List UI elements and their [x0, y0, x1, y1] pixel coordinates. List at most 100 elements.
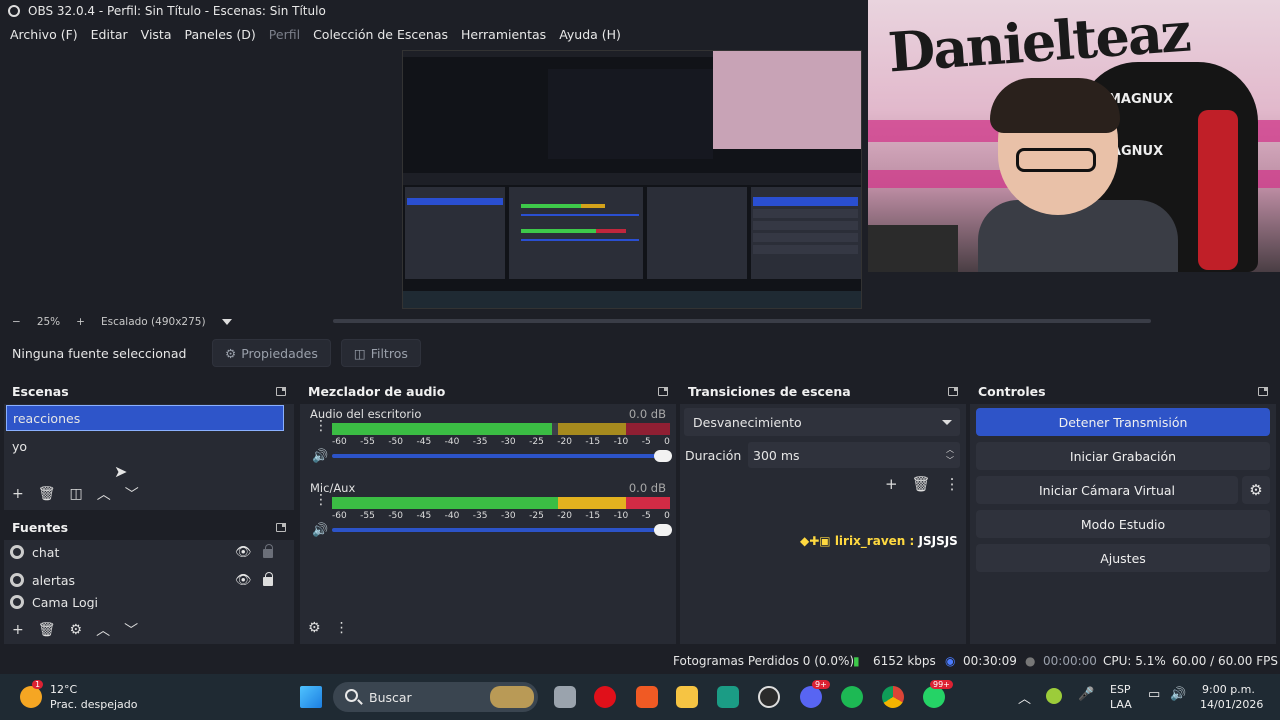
discord-icon[interactable] [800, 686, 822, 708]
transition-selected: Desvanecimiento [693, 414, 802, 430]
meter-scale-tick: -5 [641, 511, 651, 521]
properties-button[interactable]: ⚙ Propiedades [212, 339, 331, 367]
filters-button[interactable]: ◫ Filtros [340, 339, 421, 367]
remove-source-icon[interactable]: 🗑 [38, 622, 56, 638]
scaling-dropdown-icon[interactable] [221, 319, 232, 325]
meter-green-zone [332, 497, 559, 509]
menu-ayuda[interactable]: Ayuda (H) [559, 27, 621, 42]
meter-scale-tick: -50 [388, 437, 404, 447]
undock-icon[interactable] [948, 386, 958, 396]
virtual-camera-settings-button[interactable]: ⚙ [1242, 476, 1270, 504]
weather-description: Prac. despejado [50, 698, 138, 711]
volume-slider-knob[interactable] [654, 450, 672, 462]
brave-icon[interactable] [636, 686, 658, 708]
add-source-icon[interactable]: + [12, 622, 24, 638]
transition-select[interactable]: Desvanecimiento [684, 408, 960, 436]
scene-filters-icon[interactable]: ◫ [70, 486, 83, 502]
clock-time[interactable]: 9:00 p.m. [1202, 683, 1255, 696]
meter-scale-tick: -15 [585, 511, 601, 521]
studio-mode-button[interactable]: Modo Estudio [976, 510, 1270, 538]
undock-icon[interactable] [658, 386, 668, 396]
meter-scale-tick: -15 [585, 437, 601, 447]
menu-herramientas[interactable]: Herramientas [461, 27, 546, 42]
visibility-eye-icon[interactable]: 👁 [235, 545, 252, 560]
transition-menu-icon[interactable]: ⋮ [945, 475, 960, 493]
add-scene-icon[interactable]: + [12, 486, 24, 502]
undock-icon[interactable] [276, 522, 286, 532]
spotify-icon[interactable] [841, 686, 863, 708]
taskbar-search[interactable]: Buscar [333, 682, 538, 712]
move-up-icon[interactable]: ︿ [96, 620, 110, 640]
menu-vista[interactable]: Vista [141, 27, 172, 42]
chrome-icon[interactable] [882, 686, 904, 708]
volume-slider-track[interactable] [332, 528, 668, 532]
task-view-icon[interactable] [554, 686, 576, 708]
speaker-icon[interactable]: 🔊 [312, 449, 328, 464]
lock-icon[interactable] [263, 544, 273, 558]
volume-slider-knob[interactable] [654, 524, 672, 536]
remove-scene-icon[interactable]: 🗑 [38, 486, 56, 502]
move-down-icon[interactable]: ﹀ [124, 620, 138, 640]
obs-taskbar-icon[interactable] [758, 686, 780, 708]
speaker-icon[interactable]: 🔊 [312, 523, 328, 538]
preview-scrollbar[interactable] [333, 319, 1151, 323]
remove-transition-icon[interactable]: 🗑 [912, 475, 931, 493]
undock-icon[interactable] [1258, 386, 1268, 396]
menu-coleccion-escenas[interactable]: Colección de Escenas [313, 27, 448, 42]
whatsapp-icon[interactable] [923, 686, 945, 708]
network-icon[interactable]: ▭ [1148, 687, 1160, 702]
zoom-in-button[interactable]: + [76, 316, 85, 328]
menu-archivo[interactable]: Archivo (F) [10, 27, 78, 42]
duration-field[interactable]: 300 ms ︿ ﹀ [748, 442, 960, 468]
microphone-icon[interactable]: 🎤 [1078, 687, 1094, 702]
settings-button[interactable]: Ajustes [976, 544, 1270, 572]
source-item-chat[interactable]: chat 👁 [10, 539, 280, 565]
file-explorer-icon[interactable] [676, 686, 698, 708]
source-settings-icon[interactable]: ⚙ [70, 622, 83, 638]
clock-date[interactable]: 14/01/2026 [1200, 698, 1263, 711]
keyboard-layout[interactable]: LAA [1110, 698, 1132, 711]
source-item-cama-logi[interactable]: Cama Logi [10, 595, 280, 609]
start-virtual-camera-button[interactable]: Iniciar Cámara Virtual [976, 476, 1238, 504]
visibility-eye-icon[interactable]: 👁 [235, 573, 252, 588]
stream-time: 00:30:09 [963, 654, 1017, 668]
scene-item-yo[interactable]: yo [6, 433, 284, 459]
add-transition-icon[interactable]: + [885, 475, 898, 493]
language-code[interactable]: ESP [1110, 683, 1131, 696]
controls-title: Controles [978, 383, 1046, 399]
spinner-arrows-icon[interactable]: ︿ ﹀ [946, 444, 954, 466]
preview-canvas[interactable] [402, 50, 862, 309]
chair-brand-label: MAGNUX [1108, 92, 1174, 107]
more-options-icon[interactable]: ⋮ [314, 419, 328, 433]
undock-icon[interactable] [276, 386, 286, 396]
weather-icon[interactable] [20, 686, 42, 708]
lock-icon[interactable] [263, 572, 273, 586]
meter-scale-tick: -45 [416, 437, 432, 447]
search-highlight-icon [490, 686, 534, 708]
meter-scale: -60 -55 -50 -45 -40 -35 -30 -25 -20 -15 -10 -5 0 [332, 511, 670, 521]
zoom-bar: − 25% + Escalado (490x275) [0, 312, 1280, 332]
scene-item-reacciones[interactable]: reacciones [6, 405, 284, 431]
more-options-icon[interactable]: ⋮ [314, 493, 328, 507]
tray-app-icon[interactable] [1046, 688, 1062, 704]
source-item-alertas[interactable]: alertas 👁 [10, 567, 280, 593]
meter-scale-tick: -25 [529, 511, 544, 521]
mixer-menu-icon[interactable]: ⋮ [335, 620, 349, 636]
stop-stream-button[interactable]: Detener Transmisión [976, 408, 1270, 436]
start-recording-button[interactable]: Iniciar Grabación [976, 442, 1270, 470]
windows-start-icon[interactable] [300, 686, 322, 708]
app-icon[interactable] [717, 686, 739, 708]
transitions-dock: Transiciones de escena Desvanecimiento D… [680, 378, 966, 644]
move-down-icon[interactable]: ﹀ [125, 484, 139, 504]
volume-slider-track[interactable] [332, 454, 668, 458]
volume-row: 🔊 [308, 523, 672, 538]
menu-editar[interactable]: Editar [91, 27, 128, 42]
advanced-audio-icon[interactable]: ⚙ [308, 620, 321, 636]
move-up-icon[interactable]: ︿ [97, 484, 111, 504]
menu-paneles[interactable]: Paneles (D) [185, 27, 256, 42]
volume-icon[interactable]: 🔊 [1170, 687, 1186, 702]
opera-icon[interactable] [594, 686, 616, 708]
zoom-out-button[interactable]: − [12, 316, 21, 328]
signal-bars-icon: ▮ [853, 654, 860, 668]
chevron-up-icon[interactable]: ︿ [1018, 688, 1031, 707]
